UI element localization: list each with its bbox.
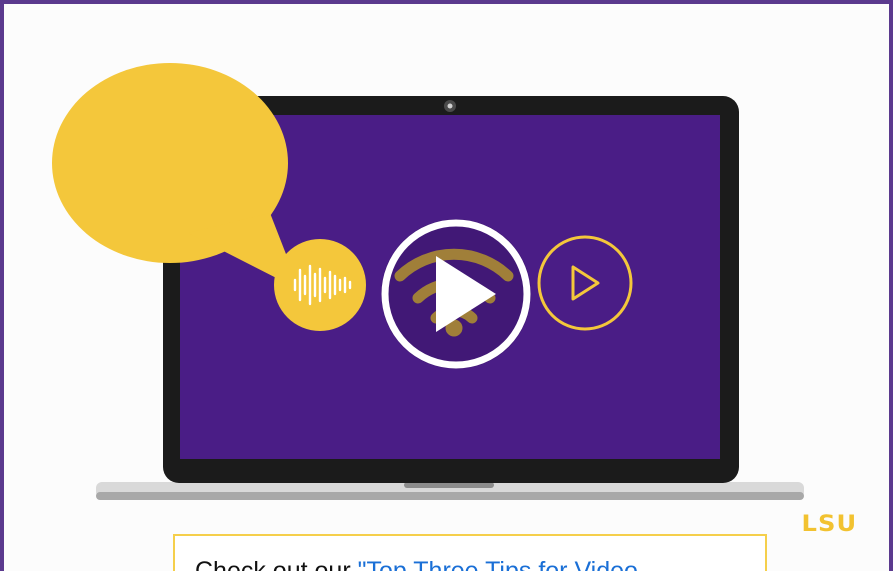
callout-prefix: Check out our bbox=[195, 557, 358, 571]
video-player[interactable] bbox=[8, 8, 889, 529]
callout-text: Check out our "Top Three Tips for Video bbox=[195, 557, 638, 571]
audio-waveform-icon bbox=[274, 239, 366, 331]
video-thumbnail bbox=[52, 63, 804, 500]
callout-box: Check out our "Top Three Tips for Video bbox=[173, 534, 767, 571]
play-button[interactable] bbox=[381, 219, 531, 369]
video-embed-frame: LSU Check out our "Top Three Tips for Vi… bbox=[0, 0, 893, 571]
tips-video-link[interactable]: "Top Three Tips for Video bbox=[358, 557, 638, 571]
lsu-logo: LSU bbox=[801, 512, 858, 537]
